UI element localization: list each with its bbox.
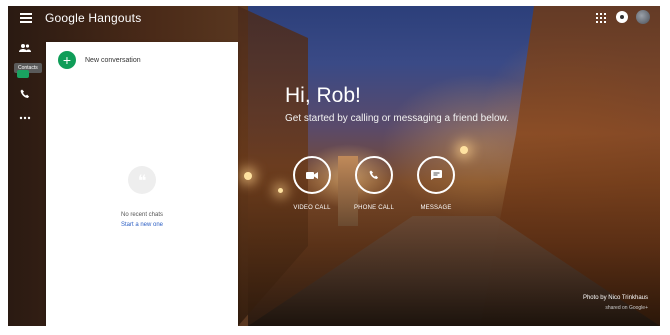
phone-icon[interactable]: [18, 88, 32, 100]
street-lamp: [460, 146, 468, 154]
video-call-label: VIDEO CALL: [293, 205, 331, 211]
street-lamp: [244, 172, 252, 180]
top-bar: Google Hangouts: [8, 6, 660, 30]
hangouts-app: Google Hangouts Contacts + New conversat…: [8, 6, 660, 326]
phone-call-button[interactable]: PHONE CALL: [344, 156, 404, 211]
more-options-icon[interactable]: [18, 112, 32, 124]
greeting-heading: Hi, Rob!: [285, 84, 361, 107]
message-label: MESSAGE: [420, 205, 452, 211]
quote-bubble-icon: ❝: [128, 166, 156, 194]
message-icon: [417, 156, 455, 194]
conversation-panel: + New conversation ❝ No recent chats Sta…: [46, 42, 238, 326]
status-icon[interactable]: [616, 11, 628, 23]
avatar[interactable]: [636, 10, 650, 24]
start-new-link[interactable]: Start a new one: [46, 222, 238, 228]
video-icon: [293, 156, 331, 194]
new-conversation-button[interactable]: + New conversation: [58, 50, 141, 70]
apps-grid-icon[interactable]: [596, 13, 606, 23]
hamburger-menu-icon[interactable]: [20, 13, 32, 23]
messages-icon[interactable]: [17, 70, 29, 78]
plus-icon: +: [58, 51, 76, 69]
greeting-subtitle: Get started by calling or messaging a fr…: [285, 113, 510, 124]
contacts-icon[interactable]: [18, 42, 32, 54]
photo-credit-author: Photo by Nico Trinkhaus: [582, 295, 648, 301]
photo-credit-source: shared on Google+: [605, 305, 648, 311]
phone-call-label: PHONE CALL: [353, 205, 394, 211]
app-title: Google Hangouts: [45, 11, 142, 25]
video-call-button[interactable]: VIDEO CALL: [282, 156, 342, 211]
phone-icon: [355, 156, 393, 194]
photo-credit: Photo by Nico Trinkhaus shared on Google…: [583, 295, 648, 311]
empty-state-text: No recent chats: [120, 212, 164, 218]
new-conversation-label: New conversation: [85, 56, 141, 64]
message-button[interactable]: MESSAGE: [406, 156, 466, 211]
